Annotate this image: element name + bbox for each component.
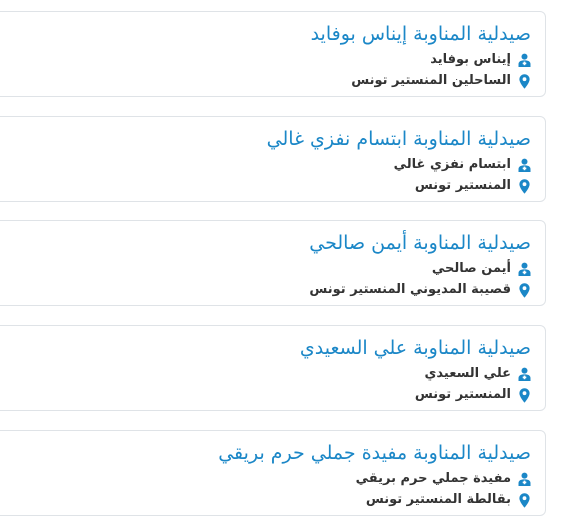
owner-name: مفيدة جملي حرم بريقي <box>355 471 511 486</box>
owner-name: علي السعيدي <box>424 366 512 381</box>
location-pin-icon <box>517 492 531 508</box>
owner-name: إيناس بوفايد <box>430 52 511 67</box>
pharmacy-title[interactable]: صيدلية المناوبة أيمن صالحي <box>309 231 531 255</box>
address-row: بقالطة المنستير تونس <box>366 490 531 510</box>
pharmacist-icon <box>517 52 531 68</box>
address-row: الساحلين المنستير تونس <box>351 71 531 91</box>
address-row: المنستير تونس <box>415 176 531 196</box>
address-text: الساحلين المنستير تونس <box>351 73 511 88</box>
owner-name: أيمن صالحي <box>431 261 511 276</box>
address-text: قصيبة المديوني المنستير تونس <box>309 282 511 297</box>
pharmacy-list: صيدلية المناوبة إيناس بوفايد إيناس بوفاي… <box>0 0 576 523</box>
address-row: قصيبة المديوني المنستير تونس <box>309 280 531 300</box>
owner-row: ابتسام نفزي غالي <box>394 155 531 175</box>
pharmacy-card[interactable]: صيدلية المناوبة إيناس بوفايد إيناس بوفاي… <box>0 11 546 97</box>
pharmacy-card[interactable]: صيدلية المناوبة علي السعيدي علي السعيدي … <box>0 325 546 411</box>
address-text: المنستير تونس <box>414 178 511 193</box>
owner-row: علي السعيدي <box>425 364 532 384</box>
location-pin-icon <box>517 387 531 403</box>
owner-name: ابتسام نفزي غالي <box>393 157 511 172</box>
address-text: بقالطة المنستير تونس <box>365 492 511 507</box>
pharmacy-title[interactable]: صيدلية المناوبة ابتسام نفزي غالي <box>267 127 531 151</box>
owner-row: إيناس بوفايد <box>430 50 531 70</box>
pharmacist-icon <box>517 261 531 277</box>
owner-row: مفيدة جملي حرم بريقي <box>356 469 531 489</box>
location-pin-icon <box>517 178 531 194</box>
address-row: المنستير تونس <box>415 385 531 405</box>
pharmacy-title[interactable]: صيدلية المناوبة إيناس بوفايد <box>311 22 531 46</box>
pharmacy-card[interactable]: صيدلية المناوبة مفيدة جملي حرم بريقي مفي… <box>0 430 546 516</box>
owner-row: أيمن صالحي <box>432 259 531 279</box>
pharmacy-title[interactable]: صيدلية المناوبة مفيدة جملي حرم بريقي <box>218 441 531 465</box>
pharmacy-card[interactable]: صيدلية المناوبة أيمن صالحي أيمن صالحي قص… <box>0 220 546 306</box>
pharmacist-icon <box>517 471 531 487</box>
pharmacist-icon <box>517 366 531 382</box>
location-pin-icon <box>517 282 531 298</box>
location-pin-icon <box>517 73 531 89</box>
pharmacy-card[interactable]: صيدلية المناوبة ابتسام نفزي غالي ابتسام … <box>0 116 546 202</box>
pharmacist-icon <box>517 157 531 173</box>
address-text: المنستير تونس <box>414 387 511 402</box>
pharmacy-title[interactable]: صيدلية المناوبة علي السعيدي <box>300 336 531 360</box>
